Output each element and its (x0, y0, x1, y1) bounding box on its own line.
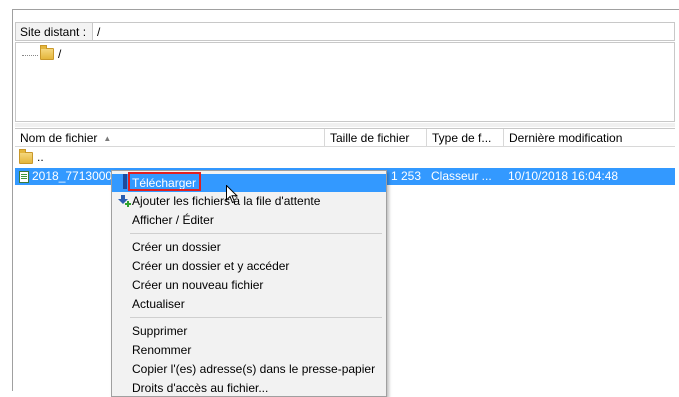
menu-item-rename[interactable]: Renommer (112, 341, 386, 359)
file-list-header: Nom de fichier ▲ Taille de fichier Type d… (15, 128, 675, 147)
menu-separator (130, 317, 382, 318)
menu-item-delete[interactable]: Supprimer (112, 322, 386, 340)
menu-separator (130, 233, 382, 234)
highlight-outline (128, 172, 201, 191)
menu-item-add-to-queue[interactable]: Ajouter les fichiers à la file d'attente (112, 192, 386, 210)
folder-icon (40, 45, 54, 60)
menu-item-copy-url[interactable]: Copier l'(es) adresse(s) dans le presse-… (112, 360, 386, 378)
add-to-queue-icon (118, 195, 131, 207)
column-header-type[interactable]: Type de f... (427, 129, 504, 147)
tree-node-root[interactable]: / (22, 45, 62, 61)
menu-item-refresh[interactable]: Actualiser (112, 295, 386, 313)
menu-item-create-directory-enter[interactable]: Créer un dossier et y accéder (112, 257, 386, 275)
tree-connector (22, 54, 38, 56)
file-type: Classeur ... (431, 169, 492, 183)
sort-ascending-icon: ▲ (103, 134, 112, 143)
file-modified: 10/10/2018 16:04:48 (508, 169, 619, 183)
menu-item-view-edit[interactable]: Afficher / Éditer (112, 211, 386, 229)
remote-directory-tree: / (15, 42, 675, 122)
splitter[interactable] (15, 123, 675, 127)
column-header-name[interactable]: Nom de fichier ▲ (15, 129, 325, 147)
column-header-label: Nom de fichier (20, 131, 98, 145)
file-name: .. (37, 150, 44, 164)
folder-icon (19, 149, 33, 164)
remote-path-input[interactable] (92, 23, 674, 40)
menu-item-file-permissions[interactable]: Droits d'accès au fichier... (112, 379, 386, 397)
menu-item-create-file[interactable]: Créer un nouveau fichier (112, 276, 386, 294)
list-item-parent-directory[interactable]: .. (15, 149, 675, 166)
menu-item-create-directory[interactable]: Créer un dossier (112, 238, 386, 256)
download-icon (123, 174, 127, 189)
spreadsheet-file-icon (19, 170, 29, 183)
mouse-cursor-icon (226, 185, 238, 204)
column-header-size[interactable]: Taille de fichier (325, 129, 427, 147)
remote-site-label: Site distant : (20, 24, 87, 39)
column-header-modified[interactable]: Dernière modification (504, 129, 675, 147)
tree-node-label: / (58, 47, 62, 61)
remote-site-bar: Site distant : (15, 22, 675, 41)
context-menu: Télécharger Ajouter les fichiers à la fi… (111, 170, 387, 397)
